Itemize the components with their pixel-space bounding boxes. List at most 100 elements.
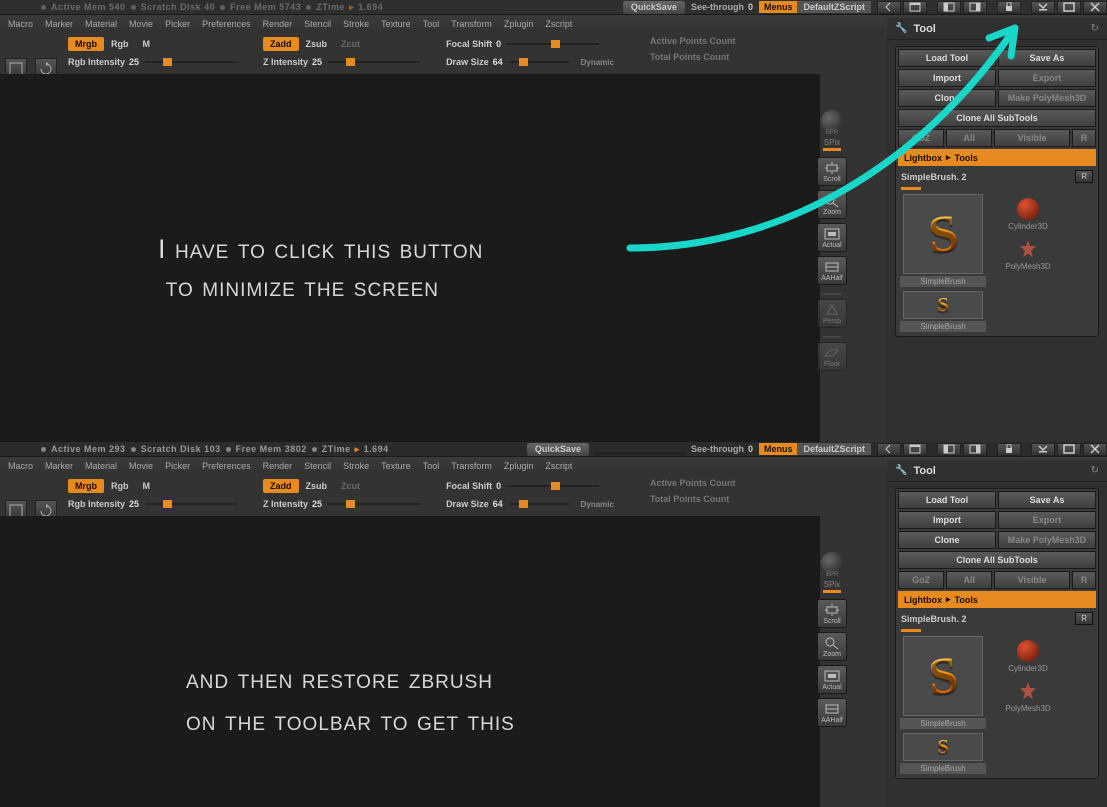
- quicksave-button[interactable]: QuickSave: [623, 1, 685, 14]
- menu-material[interactable]: Material: [85, 19, 117, 29]
- dock-right-icon[interactable]: [963, 443, 987, 456]
- menu-zplugin[interactable]: Zplugin: [504, 461, 534, 471]
- menu-stencil[interactable]: Stencil: [304, 19, 331, 29]
- zsub-button[interactable]: Zsub: [299, 37, 335, 51]
- scroll-button[interactable]: Scroll: [817, 599, 847, 628]
- menu-stroke[interactable]: Stroke: [343, 19, 369, 29]
- load-tool-button[interactable]: Load Tool: [898, 49, 996, 67]
- menu-tool[interactable]: Tool: [423, 19, 440, 29]
- goz-all-button[interactable]: All: [946, 129, 992, 147]
- maximize-icon[interactable]: [1057, 1, 1081, 14]
- scroll-button[interactable]: Scroll: [817, 157, 847, 186]
- layout-prev-icon[interactable]: [877, 443, 901, 456]
- export-button[interactable]: Export: [998, 511, 1096, 529]
- menu-transform[interactable]: Transform: [451, 19, 492, 29]
- menu-stroke[interactable]: Stroke: [343, 461, 369, 471]
- goz-r-button[interactable]: R: [1072, 571, 1096, 589]
- rgb-intensity-slider[interactable]: [145, 61, 237, 63]
- quicksave-button[interactable]: QuickSave: [527, 443, 589, 456]
- tool-thumb-simplebrush[interactable]: S SimpleBrush: [900, 194, 986, 287]
- goz-button[interactable]: GoZ: [898, 129, 944, 147]
- save-as-button[interactable]: Save As: [998, 49, 1096, 67]
- actual-button[interactable]: Actual: [817, 223, 847, 252]
- clone-button[interactable]: Clone: [898, 531, 996, 549]
- m-button[interactable]: M: [136, 37, 158, 51]
- minimize-icon[interactable]: [1031, 443, 1055, 456]
- menu-macro[interactable]: Macro: [8, 19, 33, 29]
- m-button[interactable]: M: [136, 479, 158, 493]
- layout-prev-icon[interactable]: [877, 1, 901, 14]
- rgb-button[interactable]: Rgb: [104, 37, 136, 51]
- menu-preferences[interactable]: Preferences: [202, 19, 251, 29]
- goz-r-button[interactable]: R: [1072, 129, 1096, 147]
- zoom-button[interactable]: Zoom: [817, 632, 847, 661]
- zadd-button[interactable]: Zadd: [263, 479, 299, 493]
- menus-button[interactable]: Menus: [759, 1, 798, 13]
- menu-movie[interactable]: Movie: [129, 461, 153, 471]
- lock-icon[interactable]: [997, 1, 1021, 14]
- goz-all-button[interactable]: All: [946, 571, 992, 589]
- clone-all-subtools-button[interactable]: Clone All SubTools: [898, 551, 1096, 569]
- tool-r-button[interactable]: R: [1075, 612, 1093, 625]
- menu-marker[interactable]: Marker: [45, 461, 73, 471]
- menu-movie[interactable]: Movie: [129, 19, 153, 29]
- mrgb-button[interactable]: Mrgb: [68, 479, 104, 493]
- clone-button[interactable]: Clone: [898, 89, 996, 107]
- tool-thumb-cylinder3d[interactable]: Cylinder3D: [990, 636, 1066, 676]
- zadd-button[interactable]: Zadd: [263, 37, 299, 51]
- lightbox-tools-button[interactable]: Lightbox▸Tools: [898, 149, 1096, 166]
- tool-thumb-polymesh3d[interactable]: PolyMesh3D: [990, 234, 1066, 274]
- close-icon[interactable]: [1083, 1, 1107, 14]
- zsub-button[interactable]: Zsub: [299, 479, 335, 493]
- persp-button[interactable]: Persp: [817, 299, 847, 328]
- import-button[interactable]: Import: [898, 511, 996, 529]
- floor-button[interactable]: Floor: [817, 342, 847, 371]
- draw-size-slider[interactable]: [509, 503, 569, 505]
- menu-picker[interactable]: Picker: [165, 461, 190, 471]
- minimize-icon[interactable]: [1031, 1, 1055, 14]
- zcut-button[interactable]: Zcut: [334, 37, 367, 51]
- tool-r-button[interactable]: R: [1075, 170, 1093, 183]
- menu-zplugin[interactable]: Zplugin: [504, 19, 534, 29]
- default-zscript-button[interactable]: DefaultZScript: [797, 1, 871, 13]
- rgb-intensity-slider[interactable]: [145, 503, 237, 505]
- default-zscript-button[interactable]: DefaultZScript: [797, 443, 871, 455]
- menu-transform[interactable]: Transform: [451, 461, 492, 471]
- focal-shift-slider[interactable]: [507, 485, 599, 487]
- dock-left-icon[interactable]: [937, 443, 961, 456]
- make-polymesh-button[interactable]: Make PolyMesh3D: [998, 89, 1096, 107]
- actual-button[interactable]: Actual: [817, 665, 847, 694]
- menu-preferences[interactable]: Preferences: [202, 461, 251, 471]
- menu-zscript[interactable]: Zscript: [545, 19, 572, 29]
- menu-picker[interactable]: Picker: [165, 19, 190, 29]
- focal-shift-slider[interactable]: [507, 43, 599, 45]
- menu-macro[interactable]: Macro: [8, 461, 33, 471]
- dynamic-label[interactable]: Dynamic: [581, 500, 614, 509]
- layout-next-icon[interactable]: [903, 443, 927, 456]
- dynamic-label[interactable]: Dynamic: [581, 58, 614, 67]
- import-button[interactable]: Import: [898, 69, 996, 87]
- dock-left-icon[interactable]: [937, 1, 961, 14]
- reload-icon[interactable]: ↻: [1091, 23, 1099, 34]
- menu-render[interactable]: Render: [263, 461, 293, 471]
- menu-texture[interactable]: Texture: [381, 461, 411, 471]
- menu-render[interactable]: Render: [263, 19, 293, 29]
- tool-thumb-polymesh3d[interactable]: PolyMesh3D: [990, 676, 1066, 716]
- reload-icon[interactable]: ↻: [1091, 465, 1099, 476]
- menu-texture[interactable]: Texture: [381, 19, 411, 29]
- lock-icon[interactable]: [997, 443, 1021, 456]
- z-intensity-slider[interactable]: [328, 503, 420, 505]
- menu-material[interactable]: Material: [85, 461, 117, 471]
- tool-thumb-simplebrush[interactable]: S SimpleBrush: [900, 636, 986, 729]
- menu-zscript[interactable]: Zscript: [545, 461, 572, 471]
- lightbox-tools-button[interactable]: Lightbox▸Tools: [898, 591, 1096, 608]
- goz-visible-button[interactable]: Visible: [994, 571, 1070, 589]
- make-polymesh-button[interactable]: Make PolyMesh3D: [998, 531, 1096, 549]
- menu-tool[interactable]: Tool: [423, 461, 440, 471]
- tool-thumb-simplebrush-small[interactable]: S SimpleBrush: [900, 291, 986, 332]
- aahalf-button[interactable]: AAHalf: [817, 256, 847, 285]
- export-button[interactable]: Export: [998, 69, 1096, 87]
- clone-all-subtools-button[interactable]: Clone All SubTools: [898, 109, 1096, 127]
- draw-size-slider[interactable]: [509, 61, 569, 63]
- bpr-sphere-icon[interactable]: [821, 552, 843, 574]
